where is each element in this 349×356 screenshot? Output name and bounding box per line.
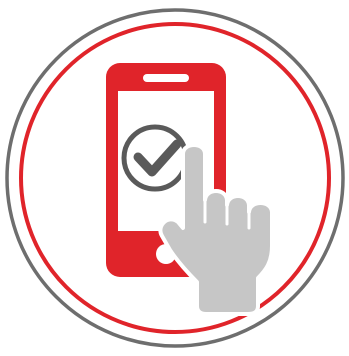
check-circle [121, 124, 189, 192]
phone-speaker [143, 74, 189, 82]
checkmark-icon [121, 124, 189, 192]
phone-tap-confirm-icon [0, 0, 349, 356]
